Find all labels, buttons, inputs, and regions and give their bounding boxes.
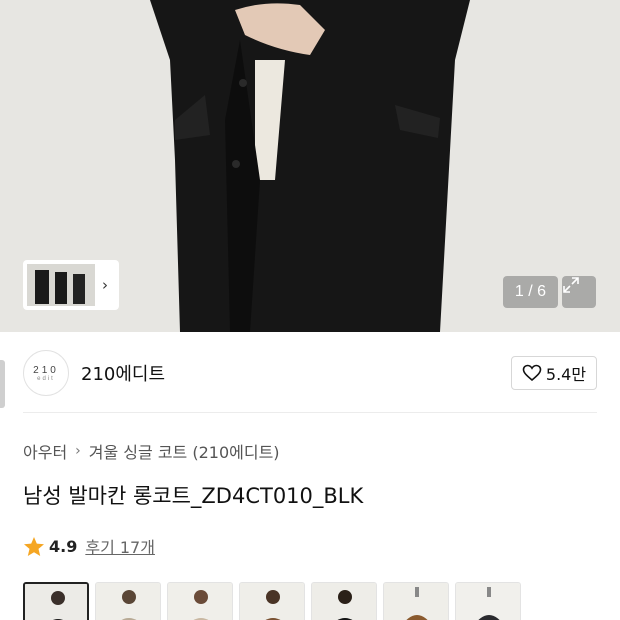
variant-thumbnail[interactable] — [23, 582, 89, 620]
breadcrumb-item-category[interactable]: 겨울 싱글 코트 (210에디트) — [89, 439, 280, 463]
reviews-link[interactable]: 후기 17개 — [85, 534, 155, 558]
rating-score: 4.9 — [49, 536, 78, 556]
brand-logo-number: 210 — [33, 364, 59, 376]
heart-outline-icon — [522, 364, 542, 382]
divider — [23, 412, 597, 413]
variant-thumbnail[interactable] — [311, 582, 377, 620]
brand-logo[interactable]: 210 edit — [23, 350, 69, 396]
gallery-thumbnail-strip[interactable]: › — [23, 260, 119, 310]
gallery-thumbnail[interactable] — [27, 264, 95, 306]
chevron-right-icon[interactable]: › — [95, 276, 115, 294]
page-edge-handle — [0, 360, 5, 408]
color-variant-list — [23, 582, 521, 620]
like-count: 5.4만 — [545, 365, 587, 384]
breadcrumb-item-outer[interactable]: 아우터 — [23, 439, 67, 463]
star-icon — [24, 536, 44, 556]
brand-row: 210 edit 210에디트 5.4만 — [23, 350, 597, 396]
variant-thumbnail[interactable] — [95, 582, 161, 620]
variant-thumbnail[interactable] — [383, 582, 449, 620]
variant-thumbnail[interactable] — [167, 582, 233, 620]
brand-logo-sub: edit — [37, 375, 55, 382]
variant-thumbnail[interactable] — [239, 582, 305, 620]
like-button[interactable]: 5.4만 — [511, 356, 597, 390]
image-counter: 1 / 6 — [503, 276, 558, 308]
rating-row: 4.9 후기 17개 — [23, 534, 155, 558]
variant-thumbnail[interactable] — [455, 582, 521, 620]
product-title: 남성 발마칸 롱코트_ZD4CT010_BLK — [23, 484, 364, 508]
product-hero-image[interactable]: › 1 / 6 — [0, 0, 620, 332]
breadcrumb: 아우터 › 겨울 싱글 코트 (210에디트) — [23, 439, 280, 463]
brand-name[interactable]: 210에디트 — [81, 360, 165, 386]
expand-icon[interactable] — [562, 276, 596, 308]
chevron-right-icon: › — [75, 443, 81, 459]
